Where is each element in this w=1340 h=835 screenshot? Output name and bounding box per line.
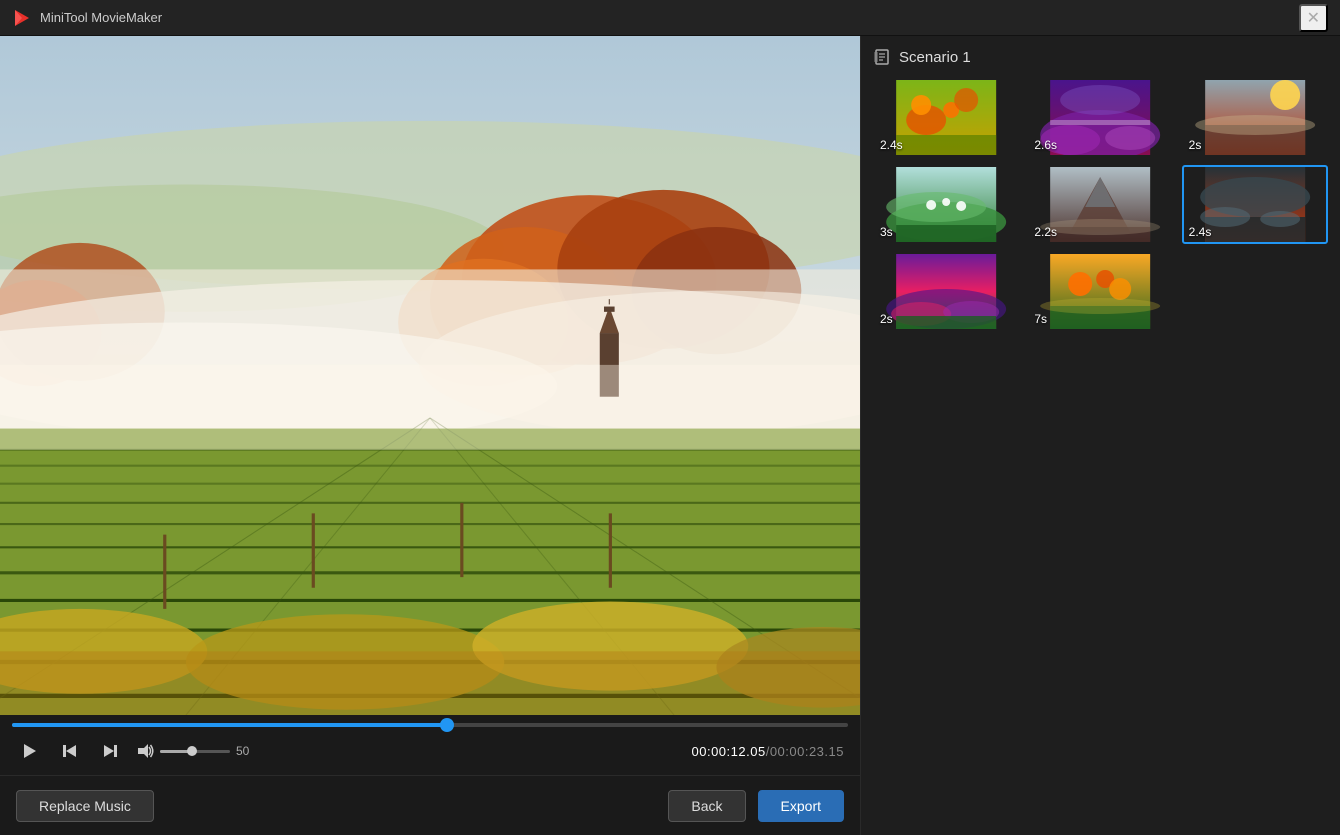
thumbnail-item-3[interactable]: 2s	[1182, 78, 1328, 157]
left-panel: 50 00:00:12.05/00:00:23.15 Replace Music…	[0, 36, 860, 835]
thumbnails-grid: 2.4s 2.6s 2s 3s	[873, 78, 1328, 331]
time-total: 00:00:23.15	[770, 744, 844, 759]
thumbnail-item-4[interactable]: 3s	[873, 165, 1019, 244]
bottom-right-buttons: Back Export	[668, 790, 844, 822]
progress-track[interactable]	[12, 723, 848, 727]
thumbnail-item-5[interactable]: 2.2s	[1027, 165, 1173, 244]
progress-thumb[interactable]	[440, 718, 454, 732]
thumbnail-label-6: 2.4s	[1189, 225, 1212, 239]
titlebar: MiniTool MovieMaker ✕	[0, 0, 1340, 36]
app-logo	[12, 8, 32, 28]
volume-value: 50	[236, 744, 256, 758]
titlebar-left: MiniTool MovieMaker	[12, 8, 162, 28]
video-area	[0, 36, 860, 715]
bottom-bar: Replace Music Back Export	[0, 775, 860, 835]
thumbnail-label-5: 2.2s	[1034, 225, 1057, 239]
time-display: 00:00:12.05/00:00:23.15	[692, 744, 845, 759]
progress-fill	[12, 723, 447, 727]
play-button[interactable]	[16, 737, 44, 765]
main-layout: 50 00:00:12.05/00:00:23.15 Replace Music…	[0, 36, 1340, 835]
export-button[interactable]: Export	[758, 790, 844, 822]
volume-track[interactable]	[160, 750, 230, 753]
thumbnail-item-8[interactable]: 7s	[1027, 252, 1173, 331]
thumbnail-label-2: 2.6s	[1034, 138, 1057, 152]
thumbnail-label-8: 7s	[1034, 312, 1047, 326]
app-title: MiniTool MovieMaker	[40, 10, 162, 25]
thumbnail-item-1[interactable]: 2.4s	[873, 78, 1019, 157]
close-button[interactable]: ✕	[1299, 4, 1328, 32]
volume-icon	[136, 742, 154, 760]
thumbnail-item-6[interactable]: 2.4s	[1182, 165, 1328, 244]
step-back-button[interactable]	[56, 737, 84, 765]
thumbnail-label-1: 2.4s	[880, 138, 903, 152]
scenario-header: Scenario 1	[873, 48, 1328, 66]
thumbnail-label-3: 2s	[1189, 138, 1202, 152]
controls-bar: 50 00:00:12.05/00:00:23.15	[0, 727, 860, 775]
scenario-title: Scenario 1	[899, 49, 971, 66]
thumbnail-label-7: 2s	[880, 312, 893, 326]
thumbnail-item-7[interactable]: 2s	[873, 252, 1019, 331]
replace-music-button[interactable]: Replace Music	[16, 790, 154, 822]
volume-control[interactable]: 50	[136, 742, 256, 760]
step-forward-button[interactable]	[96, 737, 124, 765]
scenario-icon	[873, 48, 891, 66]
time-current: 00:00:12.05	[692, 744, 766, 759]
thumbnail-label-4: 3s	[880, 225, 893, 239]
back-button[interactable]: Back	[668, 790, 745, 822]
video-background	[0, 36, 860, 715]
volume-thumb[interactable]	[187, 746, 197, 756]
thumbnail-item-2[interactable]: 2.6s	[1027, 78, 1173, 157]
progress-area[interactable]	[0, 715, 860, 727]
right-panel: Scenario 1 2.4s 2.6s 2s	[860, 36, 1340, 835]
